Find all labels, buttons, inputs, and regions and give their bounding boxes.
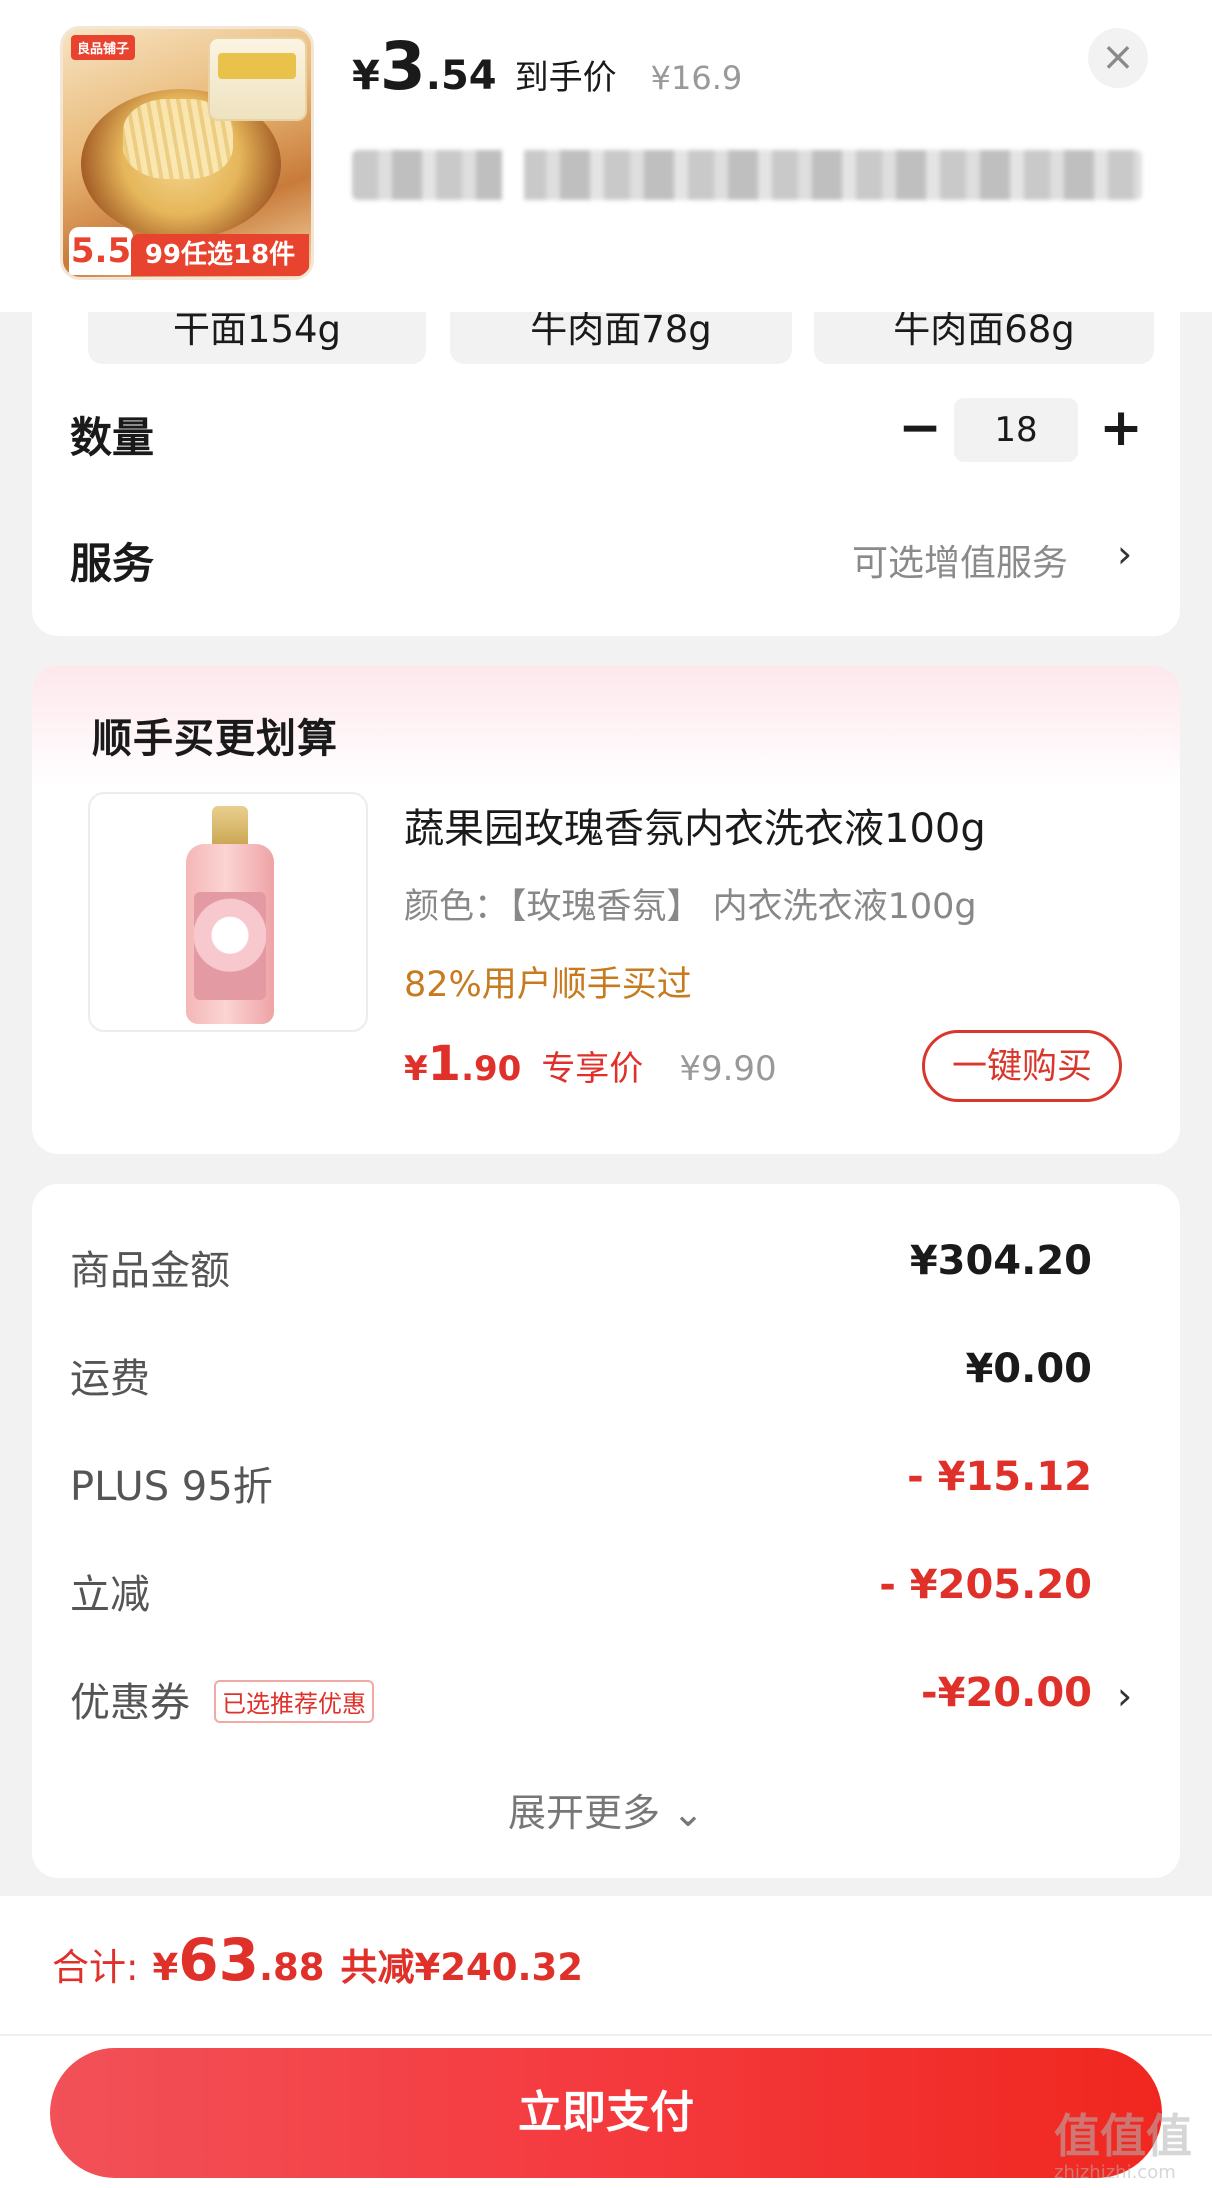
goods-amount-value: ¥304.20 [909, 1238, 1092, 1284]
footer-divider [0, 2034, 1212, 2036]
quantity-minus-button[interactable]: − [890, 402, 950, 458]
blurred-product-title [352, 150, 1142, 200]
watermark-text: 值值值 [1054, 2109, 1192, 2163]
quantity-plus-button[interactable]: + [1090, 402, 1152, 458]
watermark-logo: 值值值 zhizhizhi.com [1054, 2100, 1204, 2183]
one-click-buy-button[interactable]: 一键购买 [922, 1030, 1122, 1102]
brand-logo: 良品铺子 [71, 35, 136, 60]
quantity-input[interactable]: 18 [954, 398, 1078, 462]
order-total: 合计: ¥ 63 .88 共减¥240.32 [52, 1926, 583, 1994]
coupon-value[interactable]: -¥20.00 [921, 1670, 1092, 1716]
addon-price-currency: ¥ [404, 1049, 428, 1089]
price-currency: ¥ [352, 53, 380, 99]
close-icon: × [1101, 34, 1135, 80]
chevron-right-icon[interactable]: › [1117, 1674, 1132, 1718]
promo-tag: 99任选18件 [131, 234, 309, 276]
total-integer: 63 [178, 1926, 259, 1994]
price-integer: 3 [379, 28, 426, 105]
instant-discount-label: 立减 [70, 1572, 150, 1618]
bottle-cap-image [212, 806, 248, 848]
service-label: 服务 [70, 539, 155, 588]
price-summary-card: 商品金额 ¥304.20 运费 ¥0.00 PLUS 95折 - ¥15.12 … [32, 1184, 1180, 1878]
addon-price-decimal: .90 [461, 1049, 522, 1089]
goods-amount-label: 商品金额 [70, 1248, 230, 1294]
total-decimal: .88 [258, 1946, 325, 1989]
expand-more-button[interactable]: 展开更多 ⌄ [32, 1782, 1180, 1837]
cup-image [208, 37, 307, 121]
bottle-label-image [194, 892, 266, 1000]
checkout-footer: 合计: ¥ 63 .88 共减¥240.32 立即支付 [0, 1896, 1212, 2188]
addon-section-title: 顺手买更划算 [92, 716, 338, 762]
instant-discount-value: - ¥205.20 [879, 1562, 1092, 1608]
shipping-value: ¥0.00 [965, 1346, 1092, 1392]
addon-price: ¥ 1 .90 专享价 ¥9.90 [404, 1036, 777, 1092]
pay-now-button[interactable]: 立即支付 [50, 2048, 1162, 2178]
service-selector[interactable]: 可选增值服务 [852, 534, 1068, 586]
spec-option-1[interactable]: 干面154g [88, 312, 426, 364]
addon-product-image[interactable] [88, 792, 368, 1032]
watermark-sub: zhizhizhi.com [1054, 2162, 1176, 2183]
coupon-label: 优惠券 [70, 1680, 190, 1726]
addon-purchase-stat: 82%用户顺手买过 [404, 965, 692, 1005]
total-saved: 共减¥240.32 [340, 1946, 584, 1989]
coupon-recommended-tag: 已选推荐优惠 [214, 1680, 374, 1723]
plus-discount-label: PLUS 95折 [70, 1464, 273, 1510]
original-price: ¥16.9 [650, 59, 743, 97]
sku-card: 干面154g 牛肉面78g 牛肉面68g 数量 − 18 + 服务 可选增值服务… [32, 312, 1180, 636]
addon-product-name[interactable]: 蔬果园玫瑰香氛内衣洗衣液100g [404, 796, 986, 854]
chevron-right-icon[interactable]: › [1117, 532, 1132, 576]
spec-option-2[interactable]: 牛肉面78g [450, 312, 792, 364]
promo-number-badge: 5.5 [69, 227, 133, 275]
total-currency: ¥ [152, 1946, 179, 1989]
price-label: 到手价 [514, 58, 617, 98]
addon-recommendation-card: 顺手买更划算 蔬果园玫瑰香氛内衣洗衣液100g 颜色：【玫瑰香氛】 内衣洗衣液1… [32, 666, 1180, 1154]
price-decimal: .54 [425, 53, 497, 99]
close-button[interactable]: × [1088, 28, 1148, 88]
quantity-label: 数量 [70, 413, 155, 462]
addon-price-integer: 1 [427, 1036, 462, 1092]
total-label: 合计: [52, 1946, 139, 1989]
addon-product-spec: 颜色：【玫瑰香氛】 内衣洗衣液100g [404, 887, 977, 927]
plus-discount-value: - ¥15.12 [907, 1454, 1092, 1500]
final-price: ¥ 3 .54 到手价 ¥16.9 [352, 28, 743, 105]
product-header: 良品铺子 5.5 99任选18件 ¥ 3 .54 到手价 ¥16.9 × [0, 0, 1212, 312]
addon-original-price: ¥9.90 [679, 1049, 777, 1089]
spec-option-3[interactable]: 牛肉面68g [814, 312, 1154, 364]
shipping-label: 运费 [70, 1356, 150, 1402]
addon-price-label: 专享价 [541, 1049, 644, 1089]
product-thumbnail[interactable]: 良品铺子 5.5 99任选18件 [60, 26, 314, 280]
